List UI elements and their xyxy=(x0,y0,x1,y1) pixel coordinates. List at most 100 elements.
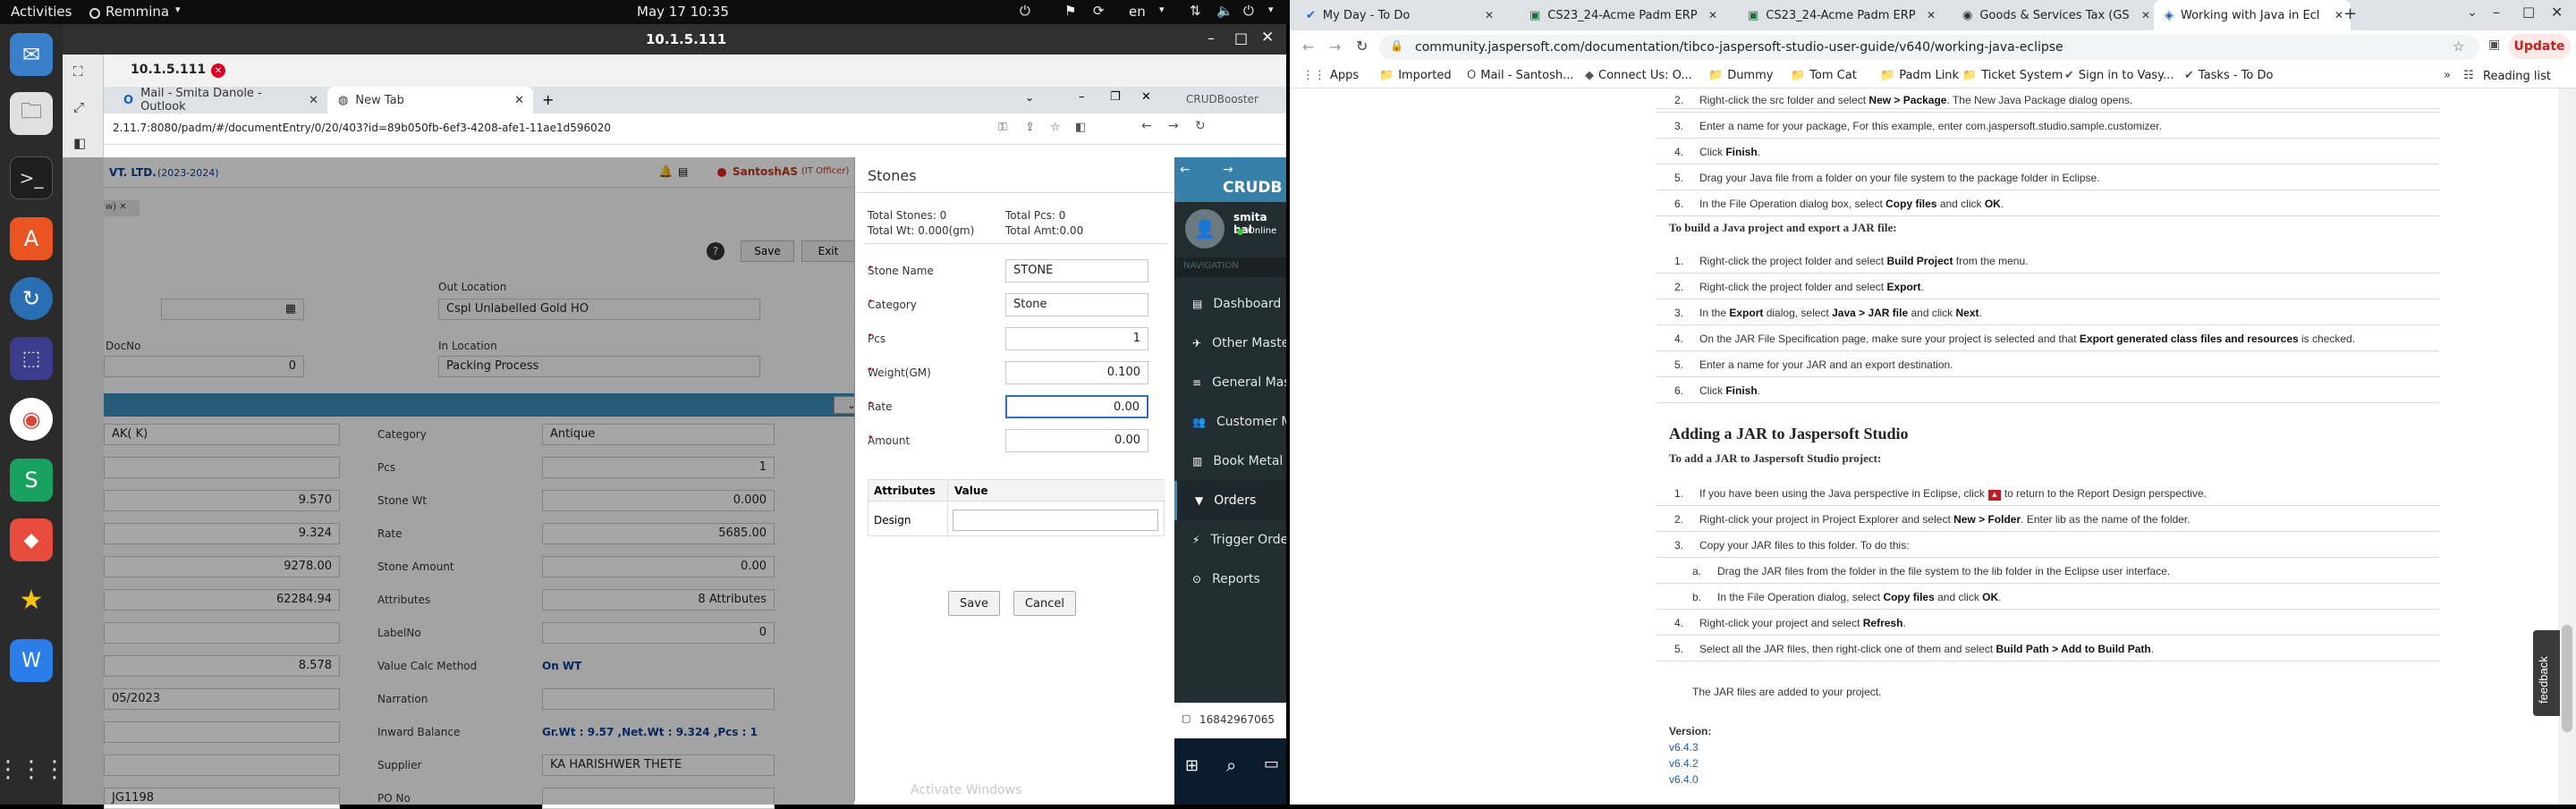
close-icon[interactable]: ✕ xyxy=(2141,9,2150,21)
version-link[interactable]: v6.4.0 xyxy=(1669,773,1699,786)
anydesk-icon[interactable]: ◆ xyxy=(10,518,53,561)
tab-outlook[interactable]: O Mail - Smita Danole - Outlook ✕ xyxy=(113,87,327,114)
close-tab-icon[interactable]: ✕ xyxy=(211,63,225,78)
close-icon[interactable]: ✕ xyxy=(2334,9,2343,21)
sidebar-item[interactable]: ⊙ Reports xyxy=(1174,560,1286,599)
forward-icon[interactable]: → xyxy=(1168,119,1179,133)
close-icon[interactable]: ✕ xyxy=(2551,4,2563,21)
sidebar-item[interactable]: ✈ Other Masters xyxy=(1174,324,1286,363)
maximize-icon[interactable]: □ xyxy=(1234,29,1248,46)
sidebar-item[interactable]: ▼ Orders xyxy=(1174,481,1286,520)
bookmark-item[interactable]: ◆ Connect Us: O... xyxy=(1585,69,1692,82)
network-icon[interactable]: ⇅ xyxy=(1190,3,1201,19)
chrome-icon[interactable]: ◉ xyxy=(10,398,53,441)
modal-backdrop[interactable] xyxy=(104,157,854,805)
close-icon[interactable]: ✕ xyxy=(1261,29,1274,46)
spreadsheet-icon[interactable]: S xyxy=(10,459,53,501)
close-icon[interactable]: ✕ xyxy=(309,94,318,107)
power-icon[interactable]: ⏻ xyxy=(1243,3,1254,19)
sync-icon[interactable]: ⟳ xyxy=(1093,3,1105,19)
close-icon[interactable]: ✕ xyxy=(1708,9,1717,21)
lock-icon[interactable]: 🔒 xyxy=(1390,39,1403,52)
scrollbar-thumb[interactable] xyxy=(2562,625,2572,732)
remmina-tray-icon[interactable]: ⚑ xyxy=(1064,3,1076,19)
reload-icon[interactable]: ↻ xyxy=(1356,38,1368,55)
writer-icon[interactable]: W xyxy=(10,639,53,682)
stone-field-input[interactable]: Stone xyxy=(1005,293,1148,316)
reload-icon[interactable]: ↻ xyxy=(1195,119,1206,133)
bookmark-item[interactable]: ✔ Sign in to Vasy... xyxy=(2064,69,2174,82)
sidebar-item[interactable]: ▤ Dashboard xyxy=(1174,284,1286,324)
chevron-down-icon[interactable]: ⌄ xyxy=(2467,5,2478,20)
sidebar-item[interactable]: ▥ Book Metal xyxy=(1174,442,1286,481)
sidebar-item[interactable]: 👥 Customer Mast xyxy=(1174,402,1286,442)
scrollbar[interactable] xyxy=(2558,88,2576,805)
stone-field-input[interactable]: STONE xyxy=(1005,259,1148,282)
omnibox[interactable]: 🔒 community.jaspersoft.com/documentation… xyxy=(1379,35,2479,60)
stone-field-input[interactable]: 1 xyxy=(1005,327,1148,350)
clock[interactable]: May 17 10:35 xyxy=(637,4,729,20)
remmina-tab[interactable]: 10.1.5.111 xyxy=(131,63,206,77)
share-icon[interactable]: ⇪ xyxy=(1025,121,1035,134)
close-icon[interactable]: ✕ xyxy=(1141,90,1151,104)
star-icon[interactable]: ☆ xyxy=(1050,121,1061,134)
update-button[interactable]: Update xyxy=(2508,34,2571,59)
reading-list-icon[interactable]: ☷ xyxy=(2463,69,2474,82)
key-icon[interactable]: ⚿ xyxy=(998,121,1007,134)
bookmark-item[interactable]: O Mail - Santosh... xyxy=(1467,69,1574,82)
sidebar-item[interactable]: ≡ General Master xyxy=(1174,363,1286,402)
version-link[interactable]: v6.4.2 xyxy=(1669,757,1699,770)
version-link[interactable]: v6.4.3 xyxy=(1669,741,1699,754)
tab-new-tab[interactable]: ◍ New Tab ✕ xyxy=(327,87,533,114)
chevron-down-icon[interactable]: ⌄ xyxy=(1025,91,1034,104)
task-view-icon[interactable]: ▭ xyxy=(1264,754,1279,773)
bookmark-item[interactable]: ✔ Tasks - To Do xyxy=(2184,69,2273,82)
close-icon[interactable]: ✕ xyxy=(1485,9,1494,21)
restore-icon[interactable]: ❐ xyxy=(1110,90,1121,104)
minimize-icon[interactable]: – xyxy=(1079,90,1085,104)
stone-field-input[interactable]: 0.100 xyxy=(1005,361,1148,384)
power-saver-icon[interactable]: ⏻ xyxy=(1020,3,1030,19)
fullscreen-icon[interactable]: ⛶ xyxy=(73,63,93,83)
sidebar-item[interactable]: ⚡ Trigger Orders xyxy=(1174,520,1286,560)
bookmark-item[interactable]: 📁 Tom Cat xyxy=(1791,69,1857,82)
reading-list[interactable]: Reading list xyxy=(2483,70,2551,83)
chrome-tab[interactable]: ▣ CS23_24-Acme Padm ERP ✕ xyxy=(1737,0,1943,30)
chrome-tab[interactable]: ▣ CS23_24-Acme Padm ERP ✕ xyxy=(1519,0,1724,30)
more-bookmarks-icon[interactable]: » xyxy=(2444,69,2451,82)
chrome-tab[interactable]: ◈ Working with Java in Ecl ✕ xyxy=(2154,0,2351,30)
maximize-icon[interactable]: □ xyxy=(2522,4,2535,20)
starred-icon[interactable]: ★ xyxy=(10,578,53,621)
language-indicator[interactable]: en xyxy=(1129,4,1146,20)
new-tab-icon[interactable]: + xyxy=(2343,4,2357,23)
screenshot-icon[interactable]: ⬚ xyxy=(10,337,53,380)
crud-brand[interactable]: CRUDB xyxy=(1223,179,1282,197)
resize-icon[interactable]: ⤢ xyxy=(73,99,93,119)
stone-field-input[interactable]: 0.00 xyxy=(1005,395,1148,418)
bookmark-item[interactable]: 📁 Imported xyxy=(1379,69,1452,82)
close-icon[interactable]: ✕ xyxy=(514,94,524,107)
chrome-tab[interactable]: ◉ Goods & Services Tax (GS ✕ xyxy=(1952,0,2157,30)
search-icon[interactable]: ⌕ xyxy=(1226,754,1236,776)
bookmark-item[interactable]: ⋮⋮ Apps xyxy=(1302,69,1359,82)
windows-start-icon[interactable]: ⊞ xyxy=(1185,756,1199,775)
back-icon[interactable]: ← xyxy=(1141,119,1152,133)
remmina-icon[interactable]: ↻ xyxy=(10,277,53,320)
back-icon[interactable]: ← xyxy=(1302,38,1314,55)
forward-icon[interactable]: → xyxy=(1329,38,1341,55)
stone-field-input[interactable]: 0.00 xyxy=(1005,429,1148,452)
minimize-icon[interactable]: – xyxy=(1208,29,1215,46)
design-input[interactable] xyxy=(953,510,1158,531)
bookmark-item[interactable]: 📁 Dummy xyxy=(1708,69,1773,82)
chrome-tab[interactable]: ✔ My Day - To Do ✕ xyxy=(1295,0,1501,30)
bookmark-item[interactable]: 📁 Ticket System xyxy=(1962,69,2063,82)
avatar[interactable]: 👤 xyxy=(1185,209,1224,249)
scale-icon[interactable]: ◧ xyxy=(73,135,93,155)
extension-icon[interactable]: ▣ xyxy=(2488,38,2500,52)
chrome-url[interactable]: community.jaspersoft.com/documentation/t… xyxy=(1415,40,2063,55)
stone-save-button[interactable]: Save xyxy=(948,591,1000,616)
report-design-icon[interactable]: ▲ xyxy=(1987,490,2001,501)
extensions-icon[interactable]: ◧ xyxy=(1075,121,1086,134)
app-grid-icon[interactable]: ⋮⋮⋮ xyxy=(0,748,66,791)
app-menu[interactable]: Remmina xyxy=(106,4,169,20)
